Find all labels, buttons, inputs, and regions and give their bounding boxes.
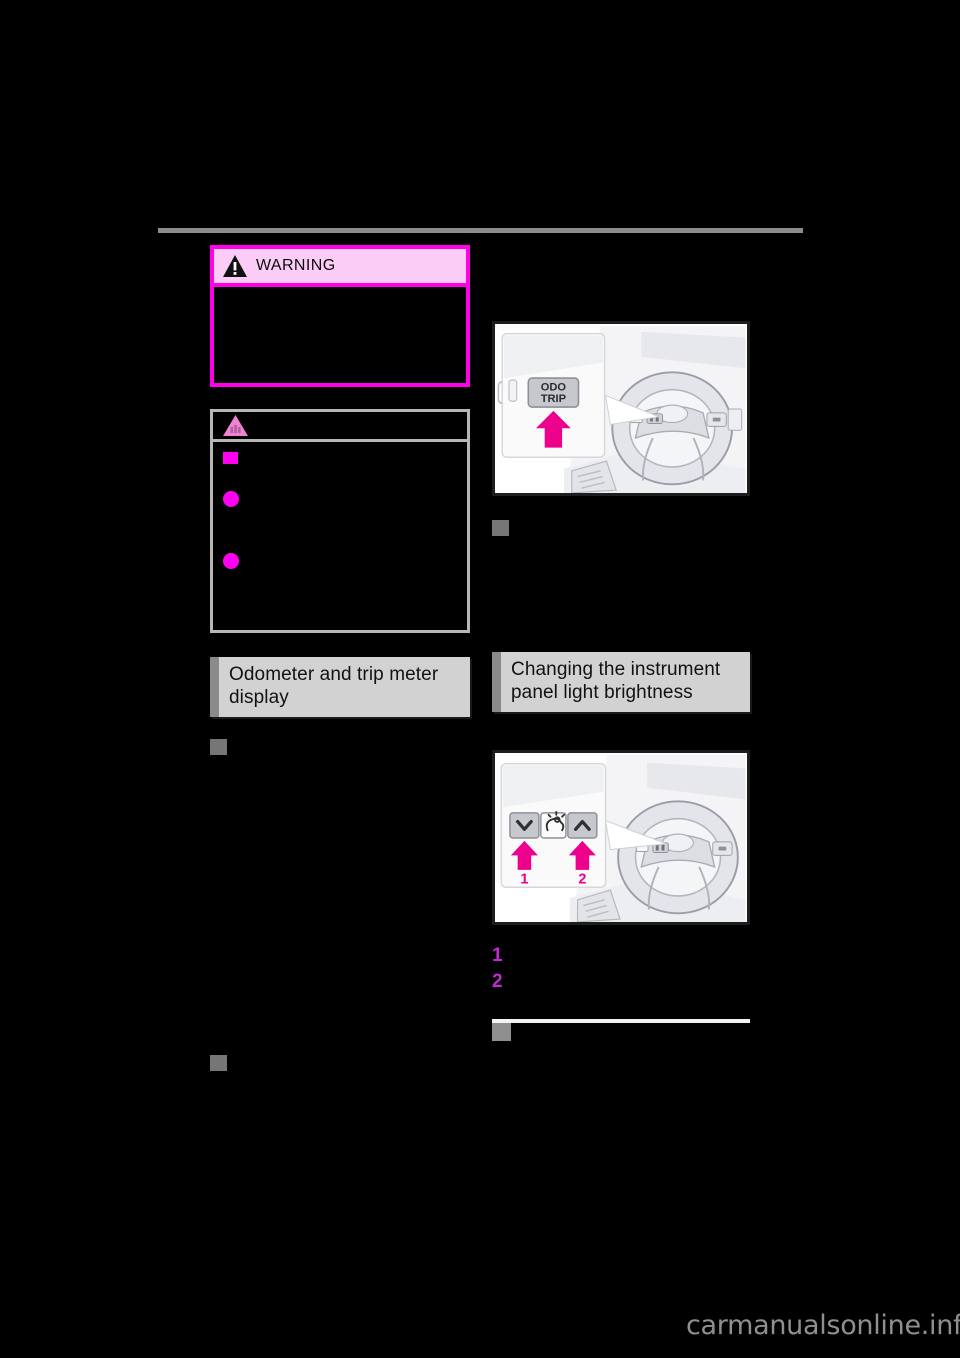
subheading-marker-icon — [210, 739, 227, 756]
warning-header: WARNING — [214, 249, 466, 287]
notice-dot-bullet-1 — [223, 491, 239, 507]
clipped-subheading — [492, 1023, 750, 1042]
section-heading-brightness-label: Changing the instrument panel light brig… — [511, 659, 721, 704]
subheading-marker-icon — [492, 520, 509, 536]
notice-body — [213, 442, 467, 630]
instrument-brightness-buttons-illustration: 1 2 — [492, 750, 750, 926]
subheading-odometer-1 — [210, 735, 470, 761]
notice-square-bullet — [223, 452, 238, 464]
body-text-block-odometer — [210, 769, 470, 1037]
notice-dot-bullet-2 — [223, 553, 239, 569]
svg-text:2: 2 — [578, 872, 586, 888]
step-2: 2 — [492, 971, 750, 997]
section-heading-odometer-label: Odometer and trip meter display — [229, 664, 439, 709]
right-column: ODO TRIP Changing the instrument panel l… — [492, 245, 750, 1042]
step-1: 1 — [492, 945, 750, 971]
odo-trip-button-illustration: ODO TRIP — [492, 321, 750, 496]
warning-box: WARNING — [210, 245, 470, 387]
warning-triangle-icon — [222, 254, 248, 278]
body-text-block-odo-usage — [492, 550, 750, 652]
warning-title: WARNING — [256, 257, 336, 274]
section-heading-odometer: Odometer and trip meter display — [210, 657, 470, 718]
subheading-marker-icon — [210, 1055, 227, 1072]
notice-triangle-icon — [222, 414, 249, 437]
svg-text:ODO: ODO — [541, 382, 567, 394]
svg-text:1: 1 — [520, 872, 528, 888]
left-column: WARNING Odometer and trip meter display — [210, 245, 470, 1085]
step-1-number: 1 — [492, 945, 503, 967]
page-top-rule — [158, 228, 803, 233]
step-2-number: 2 — [492, 971, 503, 993]
svg-text:TRIP: TRIP — [541, 393, 567, 405]
subheading-odometer-2 — [210, 1051, 470, 1077]
right-column-top-spacer — [492, 245, 750, 321]
site-watermark: carmanualsonline.info — [686, 1310, 960, 1341]
notice-box — [210, 409, 470, 633]
manual-page: WARNING Odometer and trip meter display … — [0, 0, 960, 1358]
notice-header — [213, 412, 467, 442]
subheading-marker-icon — [492, 1023, 511, 1042]
warning-body-text — [214, 287, 466, 383]
brightness-intro-spacer — [492, 730, 750, 750]
section-heading-brightness: Changing the instrument panel light brig… — [492, 652, 750, 713]
subheading-odo-usage — [492, 516, 750, 542]
